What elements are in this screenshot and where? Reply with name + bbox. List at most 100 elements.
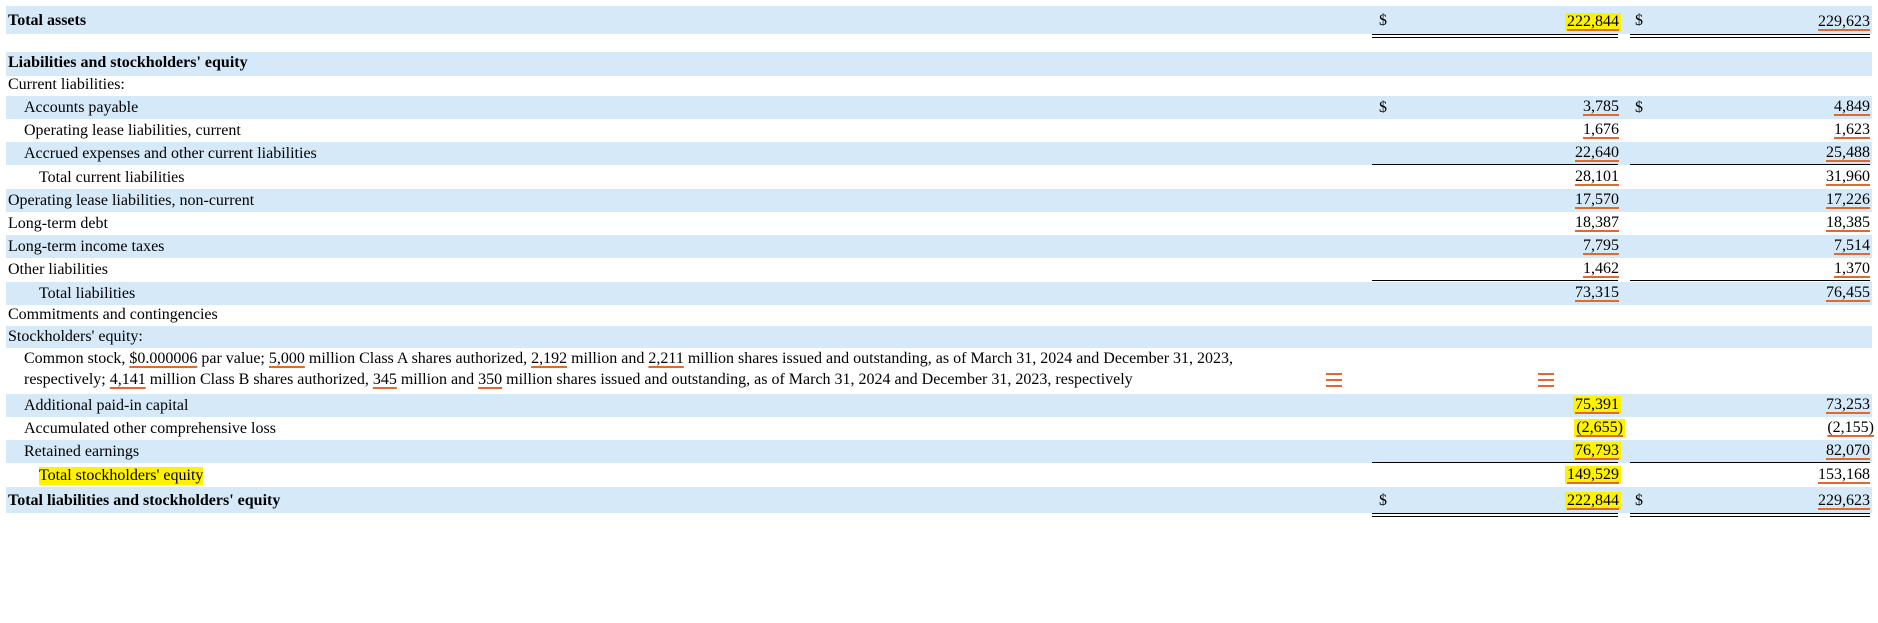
empty-value-marker <box>1326 373 1342 391</box>
single-rule <box>1630 462 1870 463</box>
value-2024: 17,570 <box>1575 191 1619 208</box>
dollar-sign: $ <box>1379 492 1387 509</box>
value-2023: (2,155) <box>1827 419 1874 436</box>
retained-earnings-row: Retained earnings 76,793 82,070 <box>6 440 1872 463</box>
class-a-authorized: 5,000 <box>268 350 305 367</box>
double-rule <box>1630 513 1870 517</box>
total-stockholders-equity-row: Total stockholders' equity 149,529 153,1… <box>6 464 1872 487</box>
single-rule <box>1372 164 1618 165</box>
op-lease-noncurrent-row: Operating lease liabilities, non-current… <box>6 189 1872 212</box>
value-2024: 222,844 <box>1565 13 1621 31</box>
value-2024: 3,785 <box>1583 98 1619 115</box>
value-2023: 7,514 <box>1834 237 1870 254</box>
section-heading: Liabilities and stockholders' equity <box>8 54 248 71</box>
apic-row: Additional paid-in capital 75,391 73,253 <box>6 394 1872 417</box>
par-value: $0.000006 <box>129 350 198 367</box>
value-2023: 153,168 <box>1818 466 1870 483</box>
row-label: Total liabilities <box>39 285 136 302</box>
value-2023: 73,253 <box>1826 396 1870 413</box>
value-2023: 17,226 <box>1826 191 1870 208</box>
text: par value; <box>197 350 269 367</box>
row-label: Operating lease liabilities, current <box>24 122 241 139</box>
single-rule <box>1630 164 1870 165</box>
total-assets-row: Total assets $ 222,844 $ 229,623 <box>6 6 1872 34</box>
value-2023: 1,623 <box>1834 121 1870 138</box>
value-2023: 18,385 <box>1826 214 1870 231</box>
liabilities-header-row: Liabilities and stockholders' equity <box>6 52 1872 76</box>
row-label: Commitments and contingencies <box>8 306 218 323</box>
row-label: Accounts payable <box>24 99 139 116</box>
commitments-row: Commitments and contingencies <box>6 305 1872 326</box>
value-2024: 76,793 <box>1573 442 1621 460</box>
other-liabilities-row: Other liabilities 1,462 1,370 <box>6 258 1872 281</box>
value-2023: 25,488 <box>1826 144 1870 161</box>
row-label: Current liabilities: <box>8 76 125 93</box>
total-current-liabilities-row: Total current liabilities 28,101 31,960 <box>6 166 1872 189</box>
class-a-issued-2023: 2,211 <box>648 350 684 367</box>
value-2023: 76,455 <box>1826 284 1870 301</box>
text: million and <box>396 371 479 388</box>
value-2023: 229,623 <box>1818 492 1870 509</box>
value-2024: 28,101 <box>1575 168 1619 185</box>
dollar-sign: $ <box>1635 492 1643 509</box>
text: million shares issued and outstanding, a… <box>502 371 1133 388</box>
accrued-expenses-row: Accrued expenses and other current liabi… <box>6 142 1872 165</box>
double-rule <box>1372 34 1618 38</box>
row-label: Operating lease liabilities, non-current <box>8 192 255 209</box>
stockholders-equity-header-row: Stockholders' equity: <box>6 326 1872 348</box>
class-b-issued-2023: 350 <box>478 371 503 388</box>
class-b-authorized: 4,141 <box>109 371 146 388</box>
value-2023: 31,960 <box>1826 168 1870 185</box>
value-2024: 149,529 <box>1565 466 1621 484</box>
row-label: Long-term debt <box>8 215 108 232</box>
class-b-issued-2024: 345 <box>372 371 397 388</box>
text: million Class B shares authorized, <box>145 371 373 388</box>
accounts-payable-row: Accounts payable $ 3,785 $ 4,849 <box>6 96 1872 119</box>
single-rule <box>1630 280 1870 281</box>
value-2023: 229,623 <box>1818 13 1870 30</box>
empty-value-marker <box>1538 373 1554 391</box>
total-liabilities-row: Total liabilities 73,315 76,455 <box>6 282 1872 305</box>
text: respectively; <box>24 371 110 388</box>
dollar-sign: $ <box>1635 12 1643 29</box>
value-2024: 222,844 <box>1565 492 1621 510</box>
value-2023: 82,070 <box>1826 442 1870 459</box>
value-2024: 22,640 <box>1575 144 1619 161</box>
row-label: Accumulated other comprehensive loss <box>24 420 276 437</box>
dollar-sign: $ <box>1635 99 1643 116</box>
double-rule <box>1372 513 1618 517</box>
dollar-sign: $ <box>1379 99 1387 116</box>
dollar-sign: $ <box>1379 12 1387 29</box>
value-2024: 7,795 <box>1583 237 1619 254</box>
value-2024: 1,676 <box>1583 121 1619 138</box>
value-2023: 4,849 <box>1834 98 1870 115</box>
value-2023: 1,370 <box>1834 260 1870 277</box>
row-label: Additional paid-in capital <box>24 397 189 414</box>
row-label: Total liabilities and stockholders' equi… <box>8 492 281 509</box>
value-2024: 75,391 <box>1573 396 1621 414</box>
long-term-income-taxes-row: Long-term income taxes 7,795 7,514 <box>6 235 1872 258</box>
row-label: Retained earnings <box>24 443 140 460</box>
text: Common stock, <box>24 350 130 367</box>
row-label: Accrued expenses and other current liabi… <box>24 145 317 162</box>
text: million Class A shares authorized, <box>304 350 532 367</box>
value-2024: 73,315 <box>1575 284 1619 301</box>
common-stock-line-2: respectively; 4,141 million Class B shar… <box>24 371 1133 389</box>
long-term-debt-row: Long-term debt 18,387 18,385 <box>6 212 1872 235</box>
row-label: Total current liabilities <box>39 169 185 186</box>
single-rule <box>1372 280 1618 281</box>
value-2024: 1,462 <box>1583 260 1619 277</box>
row-label: Total stockholders' equity <box>39 467 204 485</box>
row-label: Other liabilities <box>8 261 108 278</box>
text: million shares issued and outstanding, a… <box>683 350 1234 367</box>
common-stock-row: Common stock, $0.000006 par value; 5,000… <box>6 348 1872 394</box>
op-lease-current-row: Operating lease liabilities, current 1,6… <box>6 119 1872 142</box>
value-2024: 18,387 <box>1575 214 1619 231</box>
text: million and <box>567 350 649 367</box>
double-rule <box>1630 34 1870 38</box>
total-liabilities-se-row: Total liabilities and stockholders' equi… <box>6 487 1872 513</box>
aocl-row: Accumulated other comprehensive loss (2,… <box>6 417 1874 440</box>
class-a-issued-2024: 2,192 <box>531 350 568 367</box>
current-liabilities-row: Current liabilities: <box>6 76 1872 96</box>
row-label: Long-term income taxes <box>8 238 165 255</box>
